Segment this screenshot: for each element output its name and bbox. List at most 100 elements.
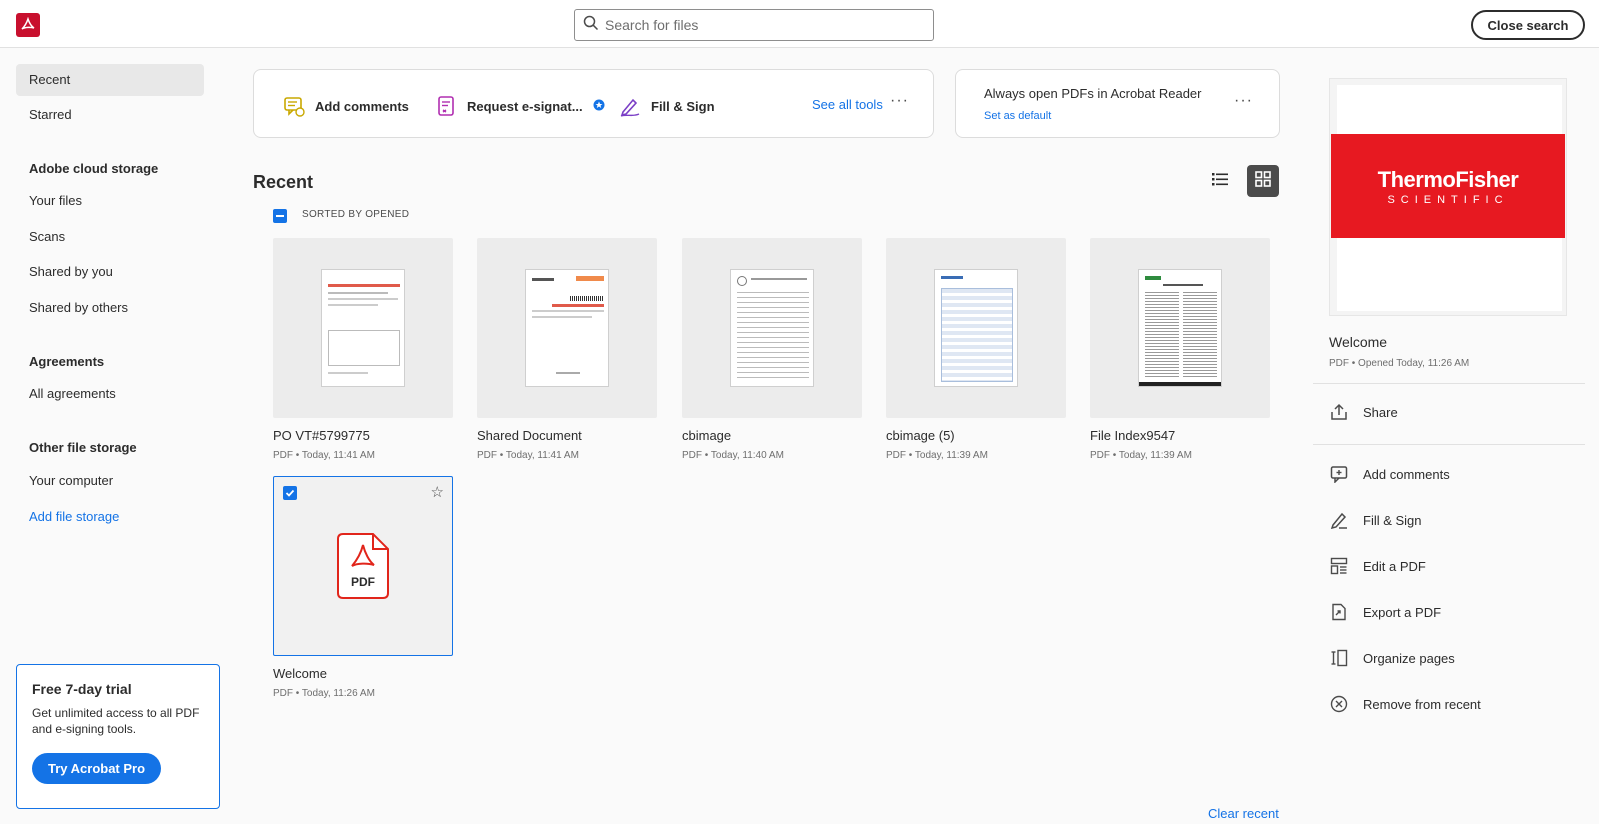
trial-card: Free 7-day trial Get unlimited access to… <box>16 664 220 809</box>
file-name: PO VT#5799775 <box>273 428 370 443</box>
share-icon <box>1329 402 1349 422</box>
clear-recent-link[interactable]: Clear recent <box>1208 806 1279 821</box>
selected-file-meta: PDF • Opened Today, 11:26 AM <box>1329 358 1470 369</box>
sidebar-item-scans[interactable]: Scans <box>16 221 204 253</box>
fill-sign-action[interactable]: Fill & Sign <box>1329 508 1422 532</box>
try-acrobat-pro-button[interactable]: Try Acrobat Pro <box>32 753 162 784</box>
remove-from-recent-action[interactable]: Remove from recent <box>1329 692 1481 716</box>
trial-title: Free 7-day trial <box>32 681 132 697</box>
sidebar-item-starred[interactable]: Starred <box>16 99 204 131</box>
export-pdf-action[interactable]: Export a PDF <box>1329 600 1441 624</box>
file-name: Welcome <box>273 666 327 681</box>
default-app-title: Always open PDFs in Acrobat Reader <box>984 86 1202 101</box>
pdf-badge-label: PDF <box>351 575 375 589</box>
file-preview: ThermoFisher SCIENTIFIC <box>1329 78 1567 316</box>
file-thumbnail[interactable] <box>1090 238 1270 418</box>
file-meta: PDF • Today, 11:41 AM <box>273 450 375 461</box>
document-preview <box>730 269 814 387</box>
sidebar-item-recent[interactable]: Recent <box>16 64 204 96</box>
pdf-file-icon: PDF <box>337 533 389 599</box>
set-as-default-link[interactable]: Set as default <box>984 110 1051 122</box>
premium-badge-icon <box>593 99 605 114</box>
share-action[interactable]: Share <box>1329 400 1398 424</box>
file-name: cbimage <box>682 428 732 443</box>
close-search-button[interactable]: Close search <box>1471 10 1585 40</box>
default-card-more-icon[interactable]: ··· <box>1234 92 1253 110</box>
trial-body: Get unlimited access to all PDF and e-si… <box>32 706 200 736</box>
thermo-fisher-logo: ThermoFisher SCIENTIFIC <box>1331 134 1565 238</box>
sidebar-heading-cloud: Adobe cloud storage <box>29 161 159 176</box>
sidebar-item-all-agreements[interactable]: All agreements <box>16 378 204 410</box>
sidebar-item-add-file-storage[interactable]: Add file storage <box>16 501 204 533</box>
sidebar-heading-other-storage: Other file storage <box>29 440 137 455</box>
file-meta: PDF • Today, 11:41 AM <box>477 450 579 461</box>
divider <box>1313 444 1585 445</box>
file-card[interactable]: PO VT#5799775 PDF • Today, 11:41 AM <box>273 238 453 461</box>
file-card-selected[interactable]: ☆ PDF Welcome PDF • Today, 11:26 AM <box>273 476 453 699</box>
fill-sign-icon <box>618 94 642 118</box>
file-card[interactable]: Shared Document PDF • Today, 11:41 AM <box>477 238 657 461</box>
esign-icon <box>434 94 458 118</box>
see-all-tools-link[interactable]: See all tools <box>812 97 883 112</box>
file-meta: PDF • Today, 11:26 AM <box>273 688 375 699</box>
divider <box>1313 383 1585 384</box>
add-comments-tool[interactable]: Add comments <box>282 94 409 118</box>
add-comments-action[interactable]: Add comments <box>1329 462 1450 486</box>
fill-sign-label: Fill & Sign <box>651 98 715 114</box>
grid-view-button[interactable] <box>1247 165 1279 197</box>
sidebar-item-shared-by-others[interactable]: Shared by others <box>16 292 204 324</box>
comment-icon <box>1329 464 1349 484</box>
file-meta: PDF • Today, 11:39 AM <box>1090 450 1192 461</box>
file-checkbox[interactable] <box>283 486 297 500</box>
sidebar-heading-agreements: Agreements <box>29 354 105 369</box>
fill-sign-tool[interactable]: Fill & Sign <box>618 94 715 118</box>
export-pdf-icon <box>1329 602 1349 622</box>
acrobat-logo-icon[interactable] <box>16 13 40 37</box>
file-thumbnail[interactable] <box>273 238 453 418</box>
file-card[interactable]: cbimage (5) PDF • Today, 11:39 AM <box>886 238 1066 461</box>
search-icon <box>583 15 599 36</box>
list-view-button[interactable] <box>1204 165 1236 197</box>
search-input[interactable] <box>605 17 915 33</box>
file-thumbnail[interactable]: ☆ PDF <box>273 476 453 656</box>
file-name: cbimage (5) <box>886 428 955 443</box>
grid-view-icon <box>1254 170 1272 193</box>
organize-pages-action[interactable]: Organize pages <box>1329 646 1455 670</box>
star-icon[interactable]: ☆ <box>431 483 444 501</box>
organize-pages-icon <box>1329 648 1349 668</box>
sort-label[interactable]: SORTED BY OPENED <box>302 209 409 220</box>
sidebar-item-shared-by-you[interactable]: Shared by you <box>16 256 204 288</box>
file-card[interactable]: File Index9547 PDF • Today, 11:39 AM <box>1090 238 1270 461</box>
top-bar: Close search <box>0 0 1599 48</box>
comment-icon <box>282 94 306 118</box>
selected-file-name: Welcome <box>1329 334 1388 350</box>
fill-sign-icon <box>1329 510 1349 530</box>
remove-circle-icon <box>1329 694 1349 714</box>
file-name: File Index9547 <box>1090 428 1176 443</box>
document-preview <box>321 269 405 387</box>
default-app-card: Always open PDFs in Acrobat Reader Set a… <box>955 69 1280 138</box>
details-panel: ThermoFisher SCIENTIFIC Welcome PDF • Op… <box>1313 48 1599 824</box>
request-esign-tool[interactable]: Request e-signat... <box>434 94 605 118</box>
file-meta: PDF • Today, 11:40 AM <box>682 450 784 461</box>
file-thumbnail[interactable] <box>477 238 657 418</box>
add-comments-label: Add comments <box>315 98 409 114</box>
sidebar-item-your-computer[interactable]: Your computer <box>16 465 204 497</box>
sidebar: Recent Starred Adobe cloud storage Your … <box>0 48 230 824</box>
edit-pdf-icon <box>1329 556 1349 576</box>
edit-pdf-action[interactable]: Edit a PDF <box>1329 554 1426 578</box>
list-view-icon <box>1211 170 1229 193</box>
document-preview <box>934 269 1018 387</box>
select-all-checkbox[interactable] <box>273 209 287 223</box>
file-thumbnail[interactable] <box>886 238 1066 418</box>
file-card[interactable]: cbimage PDF • Today, 11:40 AM <box>682 238 862 461</box>
search-box[interactable] <box>574 9 934 41</box>
document-preview <box>1138 269 1222 387</box>
tools-more-icon[interactable]: ··· <box>890 92 909 110</box>
request-esign-label: Request e-signat... <box>467 98 583 114</box>
document-preview <box>525 269 609 387</box>
file-thumbnail[interactable] <box>682 238 862 418</box>
tools-card: Add comments Request e-signat... Fill & … <box>253 69 934 138</box>
sidebar-item-your-files[interactable]: Your files <box>16 185 204 217</box>
recent-heading: Recent <box>253 172 314 192</box>
